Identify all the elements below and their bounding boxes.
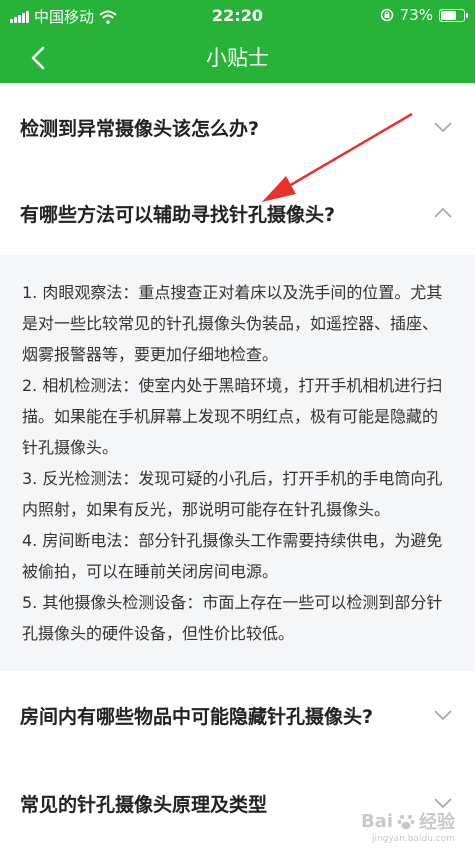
rotation-lock-icon xyxy=(380,8,393,22)
watermark: Bai 经验 jingyan.baidu.com xyxy=(360,808,455,845)
answer-paragraph: 5. 其他摄像头检测设备：市面上存在一些可以检测到部分针孔摄像头的硬件设备，但性… xyxy=(22,593,443,643)
paw-icon xyxy=(397,814,415,830)
battery-percent: 73% xyxy=(399,6,433,24)
battery-icon xyxy=(439,8,468,22)
answer-paragraph: 1. 肉眼观察法：重点搜查正对着床以及洗手间的位置。尤其是对一些比较常见的针孔摄… xyxy=(22,283,443,364)
faq-item-3[interactable]: 房间内有哪些物品中可能隐藏针孔摄像头? xyxy=(0,671,475,759)
chevron-up-icon xyxy=(431,201,455,225)
watermark-sub: jingyan.baidu.com xyxy=(371,834,455,844)
answer-paragraph: 2. 相机检测法：使室内处于黑暗环境，打开手机相机进行扫描。如果能在手机屏幕上发… xyxy=(22,376,443,457)
faq-item-1[interactable]: 检测到异常摄像头该怎么办? xyxy=(0,83,475,171)
chevron-down-icon xyxy=(431,703,455,727)
page-title: 小贴士 xyxy=(206,46,269,70)
answer-paragraph: 4. 房间断电法：部分针孔摄像头工作需要持续供电，为避免被偷拍，可以在睡前关闭房… xyxy=(22,531,443,581)
watermark-text: Bai xyxy=(360,810,393,832)
faq-item-2[interactable]: 有哪些方法可以辅助寻找针孔摄像头? 1. 肉眼观察法：重点搜查正对着床以及洗手间… xyxy=(0,171,475,671)
faq-question-row[interactable]: 房间内有哪些物品中可能隐藏针孔摄像头? xyxy=(0,671,475,759)
faq-question: 有哪些方法可以辅助寻找针孔摄像头? xyxy=(20,203,336,226)
faq-question: 检测到异常摄像头该怎么办? xyxy=(20,117,260,140)
faq-question-row[interactable]: 检测到异常摄像头该怎么办? xyxy=(0,83,475,171)
chevron-down-icon xyxy=(431,115,455,139)
faq-list: 检测到异常摄像头该怎么办? 有哪些方法可以辅助寻找针孔摄像头? 1. 肉眼观察法… xyxy=(0,83,475,847)
faq-question: 房间内有哪些物品中可能隐藏针孔摄像头? xyxy=(20,705,374,728)
status-right: 73% xyxy=(380,6,468,24)
app-header: 中国移动 22:20 73% 小贴士 xyxy=(0,0,475,83)
faq-answer: 1. 肉眼观察法：重点搜查正对着床以及洗手间的位置。尤其是对一些比较常见的针孔摄… xyxy=(0,255,475,671)
faq-question-row[interactable]: 有哪些方法可以辅助寻找针孔摄像头? xyxy=(0,171,475,255)
watermark-suffix: 经验 xyxy=(419,812,455,833)
answer-paragraph: 3. 反光检测法：发现可疑的小孔后，打开手机的手电筒向孔内照射，如果有反光，那说… xyxy=(22,469,443,519)
status-bar: 中国移动 22:20 73% xyxy=(0,0,475,30)
faq-question: 常见的针孔摄像头原理及类型 xyxy=(20,793,268,816)
nav-bar: 小贴士 xyxy=(0,30,475,83)
